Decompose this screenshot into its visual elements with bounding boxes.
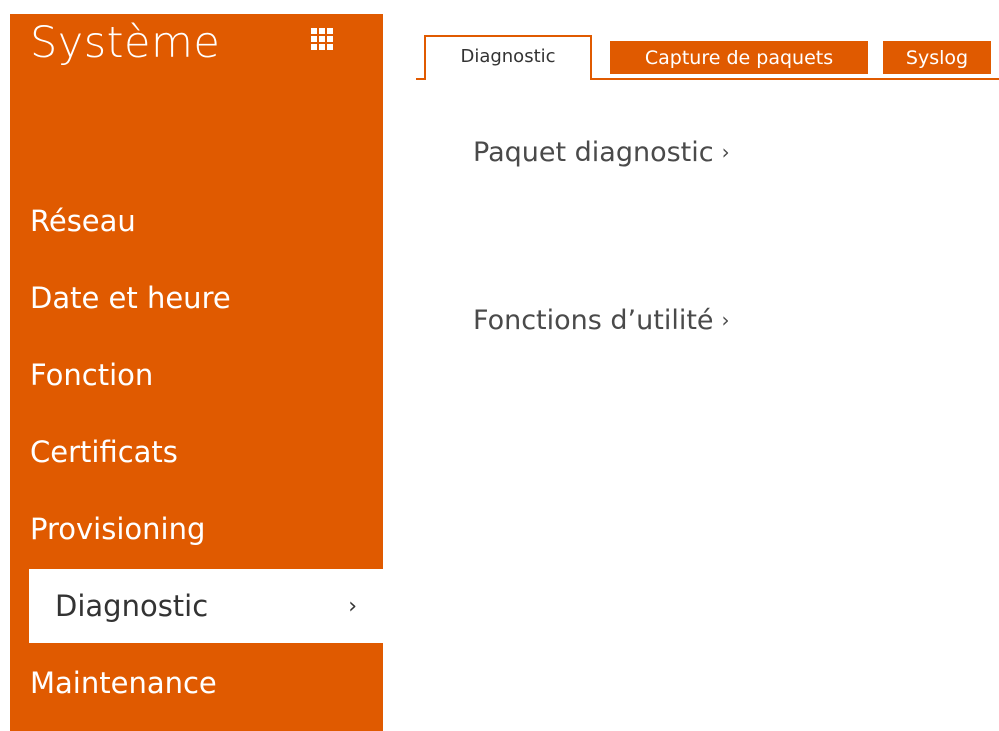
grid-cell xyxy=(319,36,325,42)
sidebar-item-maintenance[interactable]: Maintenance xyxy=(10,646,383,720)
grid-cell xyxy=(327,44,333,50)
sidebar-item-fonction[interactable]: Fonction xyxy=(10,338,383,412)
grid-cell xyxy=(311,36,317,42)
grid-cell xyxy=(311,28,317,34)
paquet-diagnostic-link[interactable]: Paquet diagnostic › xyxy=(473,137,730,168)
tab-bar: Diagnostic Capture de paquets Syslog xyxy=(416,35,999,80)
sidebar: Système Réseau Date et heure Fonction Ce xyxy=(10,14,383,731)
link-label: Paquet diagnostic xyxy=(473,137,714,168)
sidebar-item-provisioning[interactable]: Provisioning xyxy=(10,492,383,566)
chevron-right-icon: › xyxy=(348,593,357,619)
grid-cell xyxy=(327,36,333,42)
sidebar-item-label: Réseau xyxy=(30,204,136,238)
tab-diagnostic[interactable]: Diagnostic xyxy=(424,35,592,80)
chevron-right-icon: › xyxy=(721,308,730,332)
sidebar-item-label: Diagnostic xyxy=(55,589,209,623)
grid-cell xyxy=(311,44,317,50)
sidebar-title: Système xyxy=(30,18,221,68)
tab-capture-de-paquets[interactable]: Capture de paquets xyxy=(610,41,868,74)
sidebar-item-reseau[interactable]: Réseau xyxy=(10,184,383,258)
sidebar-item-label: Provisioning xyxy=(30,512,206,546)
sidebar-item-diagnostic[interactable]: Diagnostic › xyxy=(29,569,383,643)
link-label: Fonctions d’utilité xyxy=(473,305,714,336)
grid-cell xyxy=(319,44,325,50)
page: Système Réseau Date et heure Fonction Ce xyxy=(0,0,999,731)
sidebar-item-label: Date et heure xyxy=(30,281,231,315)
fonctions-utilite-link[interactable]: Fonctions d’utilité › xyxy=(473,305,730,336)
sidebar-item-label: Certificats xyxy=(30,435,178,469)
grid-cell xyxy=(327,28,333,34)
sidebar-menu: Réseau Date et heure Fonction Certificat… xyxy=(10,184,383,723)
chevron-right-icon: › xyxy=(721,140,730,164)
grid-icon[interactable] xyxy=(311,28,333,50)
sidebar-item-label: Maintenance xyxy=(30,666,217,700)
sidebar-item-label: Fonction xyxy=(30,358,154,392)
sidebar-item-date-et-heure[interactable]: Date et heure xyxy=(10,261,383,335)
grid-cell xyxy=(319,28,325,34)
sidebar-item-certificats[interactable]: Certificats xyxy=(10,415,383,489)
tab-syslog[interactable]: Syslog xyxy=(883,41,991,74)
